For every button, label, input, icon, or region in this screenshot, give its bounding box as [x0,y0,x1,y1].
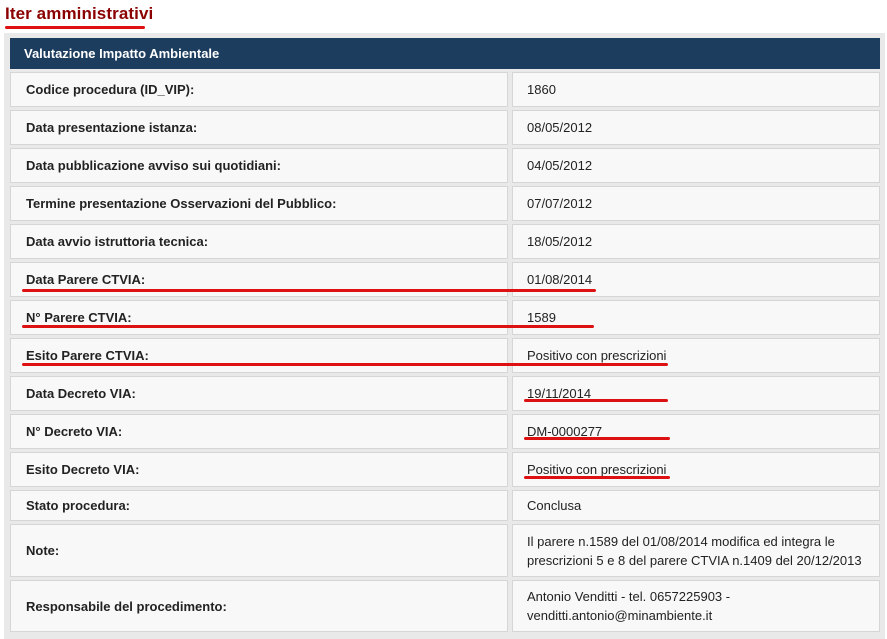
table-row: Esito Parere CTVIA: Positivo con prescri… [10,338,880,373]
highlight-underline [22,289,596,292]
field-label: Termine presentazione Osservazioni del P… [10,186,508,221]
field-label: Data pubblicazione avviso sui quotidiani… [10,148,508,183]
field-label: Data presentazione istanza: [10,110,508,145]
section-header: Valutazione Impatto Ambientale [10,38,880,69]
field-value: Conclusa [512,490,880,521]
table-row: N° Decreto VIA: DM-0000277 [10,414,880,449]
highlight-underline [22,325,594,328]
field-label: Stato procedura: [10,490,508,521]
table-row: Data pubblicazione avviso sui quotidiani… [10,148,880,183]
field-value: Il parere n.1589 del 01/08/2014 modifica… [512,524,880,577]
field-value: DM-0000277 [512,414,880,449]
field-label: N° Decreto VIA: [10,414,508,449]
field-value: 18/05/2012 [512,224,880,259]
field-label: Esito Decreto VIA: [10,452,508,487]
field-label: Data Decreto VIA: [10,376,508,411]
title-underline [5,26,145,29]
field-label: N° Parere CTVIA: [10,300,508,335]
table-row: Stato procedura: Conclusa [10,490,880,521]
field-value: 1860 [512,72,880,107]
highlight-underline [524,399,668,402]
table-row: Data Decreto VIA: 19/11/2014 [10,376,880,411]
page-title: Iter amministrativi [5,4,154,23]
field-value: 07/07/2012 [512,186,880,221]
table-row: Termine presentazione Osservazioni del P… [10,186,880,221]
highlight-underline [524,437,670,440]
table-row: N° Parere CTVIA: 1589 [10,300,880,335]
field-value: Positivo con prescrizioni [512,338,880,373]
table-row: Esito Decreto VIA: Positivo con prescriz… [10,452,880,487]
field-value: 08/05/2012 [512,110,880,145]
field-value: 19/11/2014 [512,376,880,411]
field-value: 04/05/2012 [512,148,880,183]
field-label: Esito Parere CTVIA: [10,338,508,373]
highlight-underline [22,363,668,366]
field-value: Antonio Venditti - tel. 0657225903 - ven… [512,580,880,632]
table-row: Note: Il parere n.1589 del 01/08/2014 mo… [10,524,880,577]
table-row: Responsabile del procedimento: Antonio V… [10,580,880,632]
field-label: Note: [10,524,508,577]
highlight-underline [524,476,670,479]
field-value: 1589 [512,300,880,335]
field-label: Data avvio istruttoria tecnica: [10,224,508,259]
field-label: Responsabile del procedimento: [10,580,508,632]
field-value: Positivo con prescrizioni [512,452,880,487]
table-row: Data avvio istruttoria tecnica: 18/05/20… [10,224,880,259]
table-row: Codice procedura (ID_VIP): 1860 [10,72,880,107]
field-label: Codice procedura (ID_VIP): [10,72,508,107]
table-row: Data presentazione istanza: 08/05/2012 [10,110,880,145]
